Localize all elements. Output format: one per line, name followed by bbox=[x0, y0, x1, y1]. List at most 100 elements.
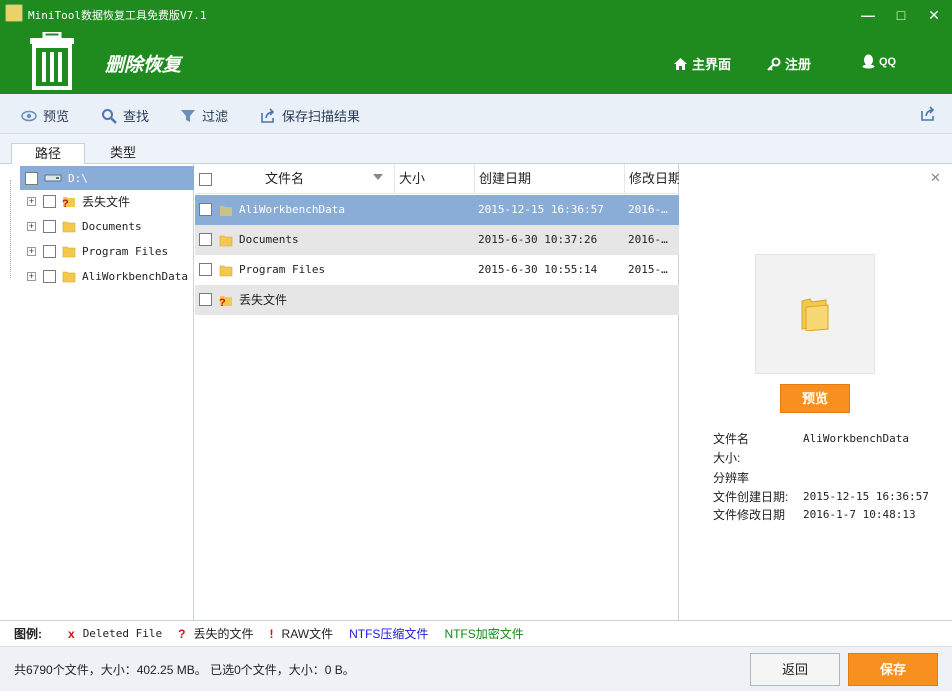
tree-item-checkbox[interactable] bbox=[43, 194, 56, 208]
search-icon bbox=[102, 108, 117, 124]
file-list: 文件名 大小 创建日期 修改日期 AliWorkbenchData 2015-1… bbox=[195, 164, 679, 620]
tree-root-d[interactable]: D:\ bbox=[20, 166, 194, 190]
save-scan-toolbar-button[interactable]: 保存扫描结果 bbox=[260, 106, 360, 125]
info-created-row: 文件创建日期: 2015-12-15 16:36:57 bbox=[713, 488, 929, 506]
column-name[interactable]: 文件名 bbox=[195, 164, 395, 194]
tree-item[interactable]: + Documents bbox=[0, 214, 194, 238]
qq-nav-label: QQ bbox=[879, 55, 897, 68]
tree-item-checkbox[interactable] bbox=[43, 269, 56, 283]
file-row[interactable]: AliWorkbenchData 2015-12-15 16:36:57 201… bbox=[195, 195, 679, 225]
tab-type[interactable]: 类型 bbox=[86, 143, 160, 165]
file-row[interactable]: ? 丢失文件 bbox=[195, 285, 679, 315]
tree-item-checkbox[interactable] bbox=[43, 244, 56, 258]
column-size[interactable]: 大小 bbox=[395, 164, 475, 194]
select-all-checkbox[interactable] bbox=[199, 173, 212, 186]
back-button[interactable]: 返回 bbox=[750, 653, 840, 686]
folder-icon bbox=[219, 265, 233, 277]
file-created: 2015-6-30 10:37:26 bbox=[478, 233, 598, 246]
export-icon bbox=[261, 107, 275, 123]
preview-toolbar-label: 预览 bbox=[43, 109, 70, 124]
legend-ntfs-compressed: NTFS压缩文件 bbox=[349, 627, 429, 641]
close-button[interactable]: ✕ bbox=[924, 6, 944, 24]
file-row-checkbox[interactable] bbox=[199, 233, 212, 246]
app-logo-icon bbox=[5, 4, 23, 22]
raw-mark-icon: ! bbox=[269, 626, 274, 641]
file-modified: 2016-… bbox=[628, 203, 668, 216]
preview-button[interactable]: 预览 bbox=[780, 384, 850, 413]
tree-item-checkbox[interactable] bbox=[43, 219, 56, 233]
file-modified: 2015-… bbox=[628, 263, 668, 276]
lost-folder-icon: ? bbox=[62, 197, 75, 208]
file-name: 丢失文件 bbox=[239, 293, 288, 307]
trash-icon bbox=[30, 32, 74, 90]
tree-item[interactable]: + AliWorkbenchData bbox=[0, 264, 194, 288]
legend-lost: 丢失的文件 bbox=[193, 627, 254, 641]
expand-icon[interactable]: + bbox=[27, 221, 36, 231]
tree-item[interactable]: + ? 丢失文件 bbox=[0, 189, 194, 213]
filter-toolbar-label: 过滤 bbox=[202, 109, 229, 124]
app-header: MiniTool数据恢复工具免费版V7.1 — □ ✕ 删除恢复 主界面 注册 … bbox=[0, 0, 952, 94]
file-name: AliWorkbenchData bbox=[239, 203, 345, 216]
tree-item-label: Program Files bbox=[82, 244, 169, 258]
svg-text:?: ? bbox=[62, 198, 69, 208]
expand-icon[interactable]: + bbox=[27, 271, 36, 281]
maximize-button[interactable]: □ bbox=[891, 6, 911, 24]
file-list-header: 文件名 大小 创建日期 修改日期 bbox=[195, 164, 679, 194]
file-row-checkbox[interactable] bbox=[199, 293, 212, 306]
tree-item-label: AliWorkbenchData bbox=[82, 269, 188, 283]
deleted-mark-icon: x bbox=[68, 626, 75, 641]
key-icon bbox=[767, 57, 781, 71]
file-row[interactable]: Documents 2015-6-30 10:37:26 2016-… bbox=[195, 225, 679, 255]
file-row-checkbox[interactable] bbox=[199, 203, 212, 216]
legend-ntfs-encrypted: NTFS加密文件 bbox=[444, 627, 524, 641]
info-created-value: 2015-12-15 16:36:57 bbox=[803, 490, 929, 503]
register-nav-button[interactable]: 注册 bbox=[767, 54, 811, 73]
expand-icon[interactable]: + bbox=[27, 246, 36, 256]
column-created[interactable]: 创建日期 bbox=[475, 164, 625, 194]
tree-item-label: 丢失文件 bbox=[82, 194, 131, 209]
info-modified-value: 2016-1-7 10:48:13 bbox=[803, 508, 916, 521]
home-nav-button[interactable]: 主界面 bbox=[673, 54, 731, 73]
expand-icon[interactable]: + bbox=[27, 196, 36, 206]
qq-nav-button[interactable]: QQ bbox=[862, 54, 896, 69]
folder-tree: D:\ + ? 丢失文件 + Documents + Program Files… bbox=[0, 164, 194, 620]
info-resolution-label: 分辨率 bbox=[713, 471, 750, 485]
folder-icon bbox=[62, 271, 76, 283]
window-title: MiniTool数据恢复工具免费版V7.1 bbox=[28, 9, 207, 22]
preview-toolbar-button[interactable]: 预览 bbox=[21, 106, 69, 125]
tree-root-checkbox[interactable] bbox=[25, 171, 38, 185]
info-size-label: 大小: bbox=[713, 451, 741, 465]
minimize-button[interactable]: — bbox=[858, 6, 878, 24]
tab-path[interactable]: 路径 bbox=[11, 143, 85, 165]
folder-icon bbox=[801, 298, 829, 331]
save-button[interactable]: 保存 bbox=[848, 653, 938, 686]
sort-arrow-icon bbox=[373, 174, 383, 180]
file-row-checkbox[interactable] bbox=[199, 263, 212, 276]
folder-icon bbox=[62, 221, 76, 233]
folder-icon bbox=[220, 206, 232, 216]
file-created: 2015-6-30 10:55:14 bbox=[478, 263, 598, 276]
filter-toolbar-button[interactable]: 过滤 bbox=[180, 106, 228, 125]
svg-text:?: ? bbox=[219, 297, 226, 307]
home-nav-label: 主界面 bbox=[692, 57, 732, 72]
tree-item[interactable]: + Program Files bbox=[0, 239, 194, 263]
save-scan-toolbar-label: 保存扫描结果 bbox=[282, 109, 361, 124]
info-name-value: AliWorkbenchData bbox=[803, 432, 909, 445]
info-modified-row: 文件修改日期 2016-1-7 10:48:13 bbox=[713, 506, 916, 524]
folder-icon bbox=[219, 235, 233, 247]
export-corner-button[interactable] bbox=[920, 106, 936, 122]
file-row[interactable]: Program Files 2015-6-30 10:55:14 2015-… bbox=[195, 255, 679, 285]
file-name: Program Files bbox=[239, 263, 326, 276]
search-toolbar-button[interactable]: 查找 bbox=[101, 106, 149, 125]
lost-folder-icon: ? bbox=[219, 296, 232, 307]
file-modified: 2016-… bbox=[628, 233, 668, 246]
close-preview-icon[interactable]: ✕ bbox=[930, 170, 941, 186]
qq-penguin-icon bbox=[862, 54, 875, 69]
toolbar: 预览 查找 过滤 保存扫描结果 bbox=[0, 94, 952, 134]
info-name-label: 文件名 bbox=[713, 432, 750, 446]
file-name: Documents bbox=[239, 233, 299, 246]
info-created-label: 文件创建日期: bbox=[713, 490, 789, 504]
preview-pane: ✕ 预览 文件名 AliWorkbenchData 大小: 分辨率 文件创建日期… bbox=[680, 164, 952, 620]
file-created: 2015-12-15 16:36:57 bbox=[478, 203, 604, 216]
column-modified[interactable]: 修改日期 bbox=[625, 164, 679, 194]
